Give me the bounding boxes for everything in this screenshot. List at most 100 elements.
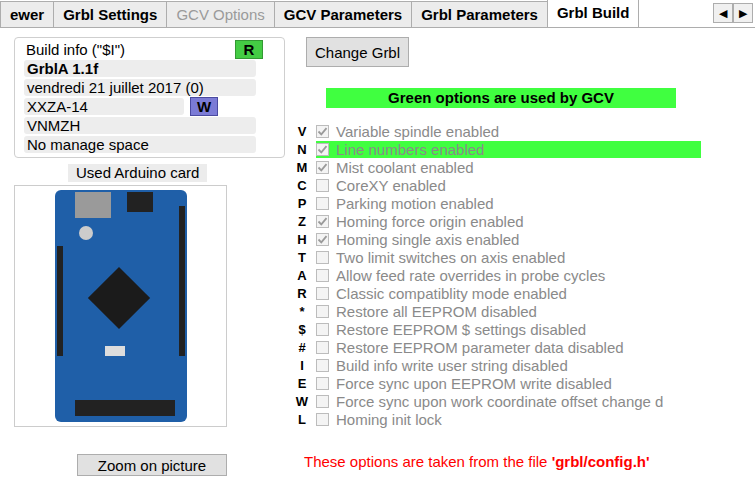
option-checkbox[interactable] bbox=[316, 215, 329, 228]
option-checkbox[interactable] bbox=[316, 269, 329, 282]
next-tab-button[interactable]: ▶ bbox=[733, 3, 753, 23]
card-label: Used Arduino card bbox=[68, 164, 207, 182]
option-checkbox[interactable] bbox=[316, 305, 329, 318]
option-body: Force sync upon EEPROM write disabled bbox=[316, 375, 701, 392]
option-letter: C bbox=[295, 178, 309, 193]
option-body: Restore EEPROM parameter data disabled bbox=[316, 339, 701, 356]
option-row: C CoreXY enabled bbox=[295, 176, 701, 194]
option-label: Homing single axis enabled bbox=[336, 231, 523, 248]
option-body: Variable spindle enabled bbox=[316, 123, 701, 140]
option-row: * Restore all EEPROM disabled bbox=[295, 302, 701, 320]
option-body: Force sync upon work coordinate offset c… bbox=[316, 393, 701, 410]
build-info-field[interactable]: GrblA 1.1f bbox=[24, 60, 256, 77]
build-info-title: Build info ("$I") bbox=[24, 41, 125, 58]
option-row: P Parking motion enabled bbox=[295, 194, 701, 212]
option-checkbox[interactable] bbox=[316, 377, 329, 390]
option-row: V Variable spindle enabled bbox=[295, 122, 701, 140]
option-checkbox[interactable] bbox=[316, 125, 329, 138]
option-letter: M bbox=[295, 160, 309, 175]
option-row: RClassic compatiblity mode enabled bbox=[295, 284, 701, 302]
option-label: Variable spindle enabled bbox=[336, 123, 503, 140]
option-letter: # bbox=[295, 340, 309, 355]
option-body: Allow feed rate overrides in probe cycle… bbox=[316, 267, 701, 284]
check-icon bbox=[317, 144, 328, 155]
check-icon bbox=[317, 126, 328, 137]
build-info-field[interactable]: No manage space bbox=[24, 136, 256, 153]
option-label: Line numbers enabled bbox=[336, 141, 488, 158]
build-info-row: XXZA-14 W bbox=[24, 97, 275, 116]
option-letter: * bbox=[295, 304, 309, 319]
option-letter: Z bbox=[295, 214, 309, 229]
prev-tab-button[interactable]: ◀ bbox=[713, 3, 733, 23]
option-letter: N bbox=[295, 142, 309, 157]
build-info-row: VNMZH bbox=[24, 116, 275, 135]
option-checkbox[interactable] bbox=[316, 413, 329, 426]
build-info-field[interactable]: vendredi 21 juillet 2017 (0) bbox=[24, 79, 256, 96]
option-row: I Build info write user string disabled bbox=[295, 356, 701, 374]
option-row: LHoming init lock bbox=[295, 410, 701, 428]
refresh-button[interactable]: R bbox=[235, 40, 263, 59]
option-label: Build info write user string disabled bbox=[336, 357, 572, 374]
option-body: Line numbers enabled bbox=[316, 141, 701, 158]
option-checkbox[interactable] bbox=[316, 251, 329, 264]
option-body: Parking motion enabled bbox=[316, 195, 701, 212]
option-checkbox[interactable] bbox=[316, 359, 329, 372]
option-body: CoreXY enabled bbox=[316, 177, 701, 194]
tab[interactable]: GCV Options bbox=[166, 1, 274, 27]
tab[interactable]: Grbl Parameters bbox=[411, 1, 548, 27]
build-info-field[interactable]: XXZA-14 bbox=[24, 98, 184, 115]
option-label: Restore all EEPROM disabled bbox=[336, 303, 541, 320]
option-checkbox[interactable] bbox=[316, 395, 329, 408]
option-letter: W bbox=[295, 394, 309, 409]
option-body: Build info write user string disabled bbox=[316, 357, 701, 374]
option-checkbox[interactable] bbox=[316, 197, 329, 210]
change-grbl-button[interactable]: Change Grbl bbox=[306, 37, 409, 67]
option-label: Restore EEPROM $ settings disabled bbox=[336, 321, 590, 338]
option-label: Force sync upon EEPROM write disabled bbox=[336, 375, 616, 392]
option-checkbox[interactable] bbox=[316, 233, 329, 246]
content: Build info ("$I") RGrblA 1.1f vendredi 21 … bbox=[0, 28, 755, 476]
tab[interactable]: Grbl Settings bbox=[53, 1, 167, 27]
legend-banner: Green options are used by GCV bbox=[326, 88, 676, 108]
zoom-button[interactable]: Zoom on picture bbox=[77, 454, 227, 476]
build-info-row: No manage space bbox=[24, 135, 275, 154]
option-letter: I bbox=[295, 358, 309, 373]
option-row: N Line numbers enabled bbox=[295, 140, 701, 158]
tab-bar: ewerGrbl SettingsGCV OptionsGCV Paramete… bbox=[0, 0, 755, 28]
check-icon bbox=[317, 162, 328, 173]
write-button[interactable]: W bbox=[190, 97, 218, 116]
option-checkbox[interactable] bbox=[316, 179, 329, 192]
tab-nav: ◀▶ bbox=[713, 3, 753, 23]
option-checkbox[interactable] bbox=[316, 287, 329, 300]
option-label: CoreXY enabled bbox=[336, 177, 450, 194]
option-letter: A bbox=[295, 268, 309, 283]
tab[interactable]: GCV Parameters bbox=[274, 1, 412, 27]
option-checkbox[interactable] bbox=[316, 341, 329, 354]
option-body: Homing single axis enabled bbox=[316, 231, 701, 248]
option-letter: E bbox=[295, 376, 309, 391]
build-info-row: GrblA 1.1f bbox=[24, 59, 275, 78]
footer-file: 'grbl/config.h' bbox=[552, 453, 650, 470]
option-letter: P bbox=[295, 196, 309, 211]
option-letter: V bbox=[295, 124, 309, 139]
option-label: Restore EEPROM parameter data disabled bbox=[336, 339, 628, 356]
build-info-field[interactable]: VNMZH bbox=[24, 117, 256, 134]
check-icon bbox=[317, 234, 328, 245]
option-checkbox[interactable] bbox=[316, 323, 329, 336]
right-column: Change Grbl Green options are used by GCV… bbox=[295, 37, 701, 476]
option-label: Two limit switches on axis enabled bbox=[336, 249, 569, 266]
option-row: MMist coolant enabled bbox=[295, 158, 701, 176]
option-row: W Force sync upon work coordinate offset … bbox=[295, 392, 701, 410]
tab[interactable]: ewer bbox=[0, 1, 54, 27]
option-row: ZHoming force origin enabled bbox=[295, 212, 701, 230]
option-checkbox[interactable] bbox=[316, 143, 329, 156]
option-row: $Restore EEPROM $ settings disabled bbox=[295, 320, 701, 338]
check-icon bbox=[317, 216, 328, 227]
option-body: Classic compatiblity mode enabled bbox=[316, 285, 701, 302]
tab[interactable]: Grbl Build bbox=[547, 0, 640, 27]
option-checkbox[interactable] bbox=[316, 161, 329, 174]
build-info-row: vendredi 21 juillet 2017 (0) bbox=[24, 78, 275, 97]
option-body: Homing init lock bbox=[316, 411, 701, 428]
option-row: E Force sync upon EEPROM write disabled bbox=[295, 374, 701, 392]
option-letter: T bbox=[295, 250, 309, 265]
